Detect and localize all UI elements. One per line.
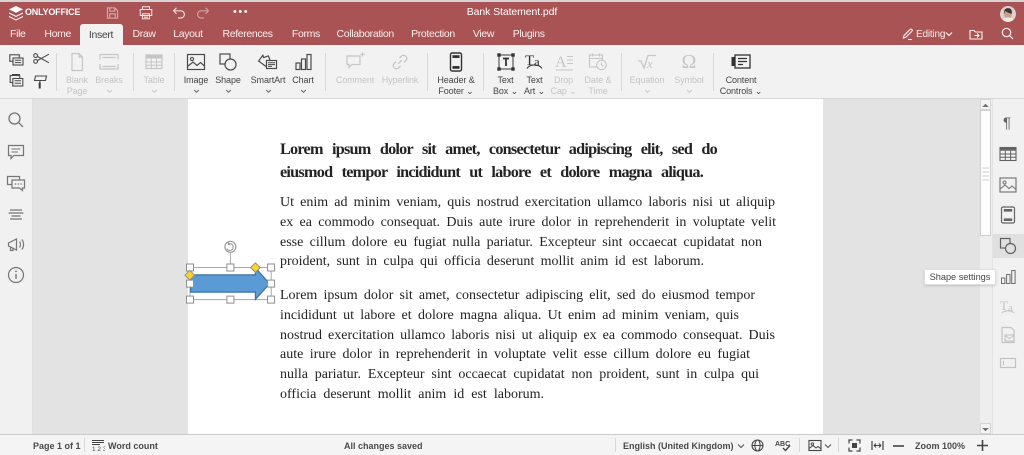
svg-text:x: x xyxy=(646,56,653,71)
svg-text:a: a xyxy=(534,54,540,69)
svg-text:A: A xyxy=(555,54,567,71)
svg-text:¶: ¶ xyxy=(1003,115,1011,132)
svg-text:Ω: Ω xyxy=(682,52,697,72)
svg-text:1 2 3: 1 2 3 xyxy=(92,446,105,452)
